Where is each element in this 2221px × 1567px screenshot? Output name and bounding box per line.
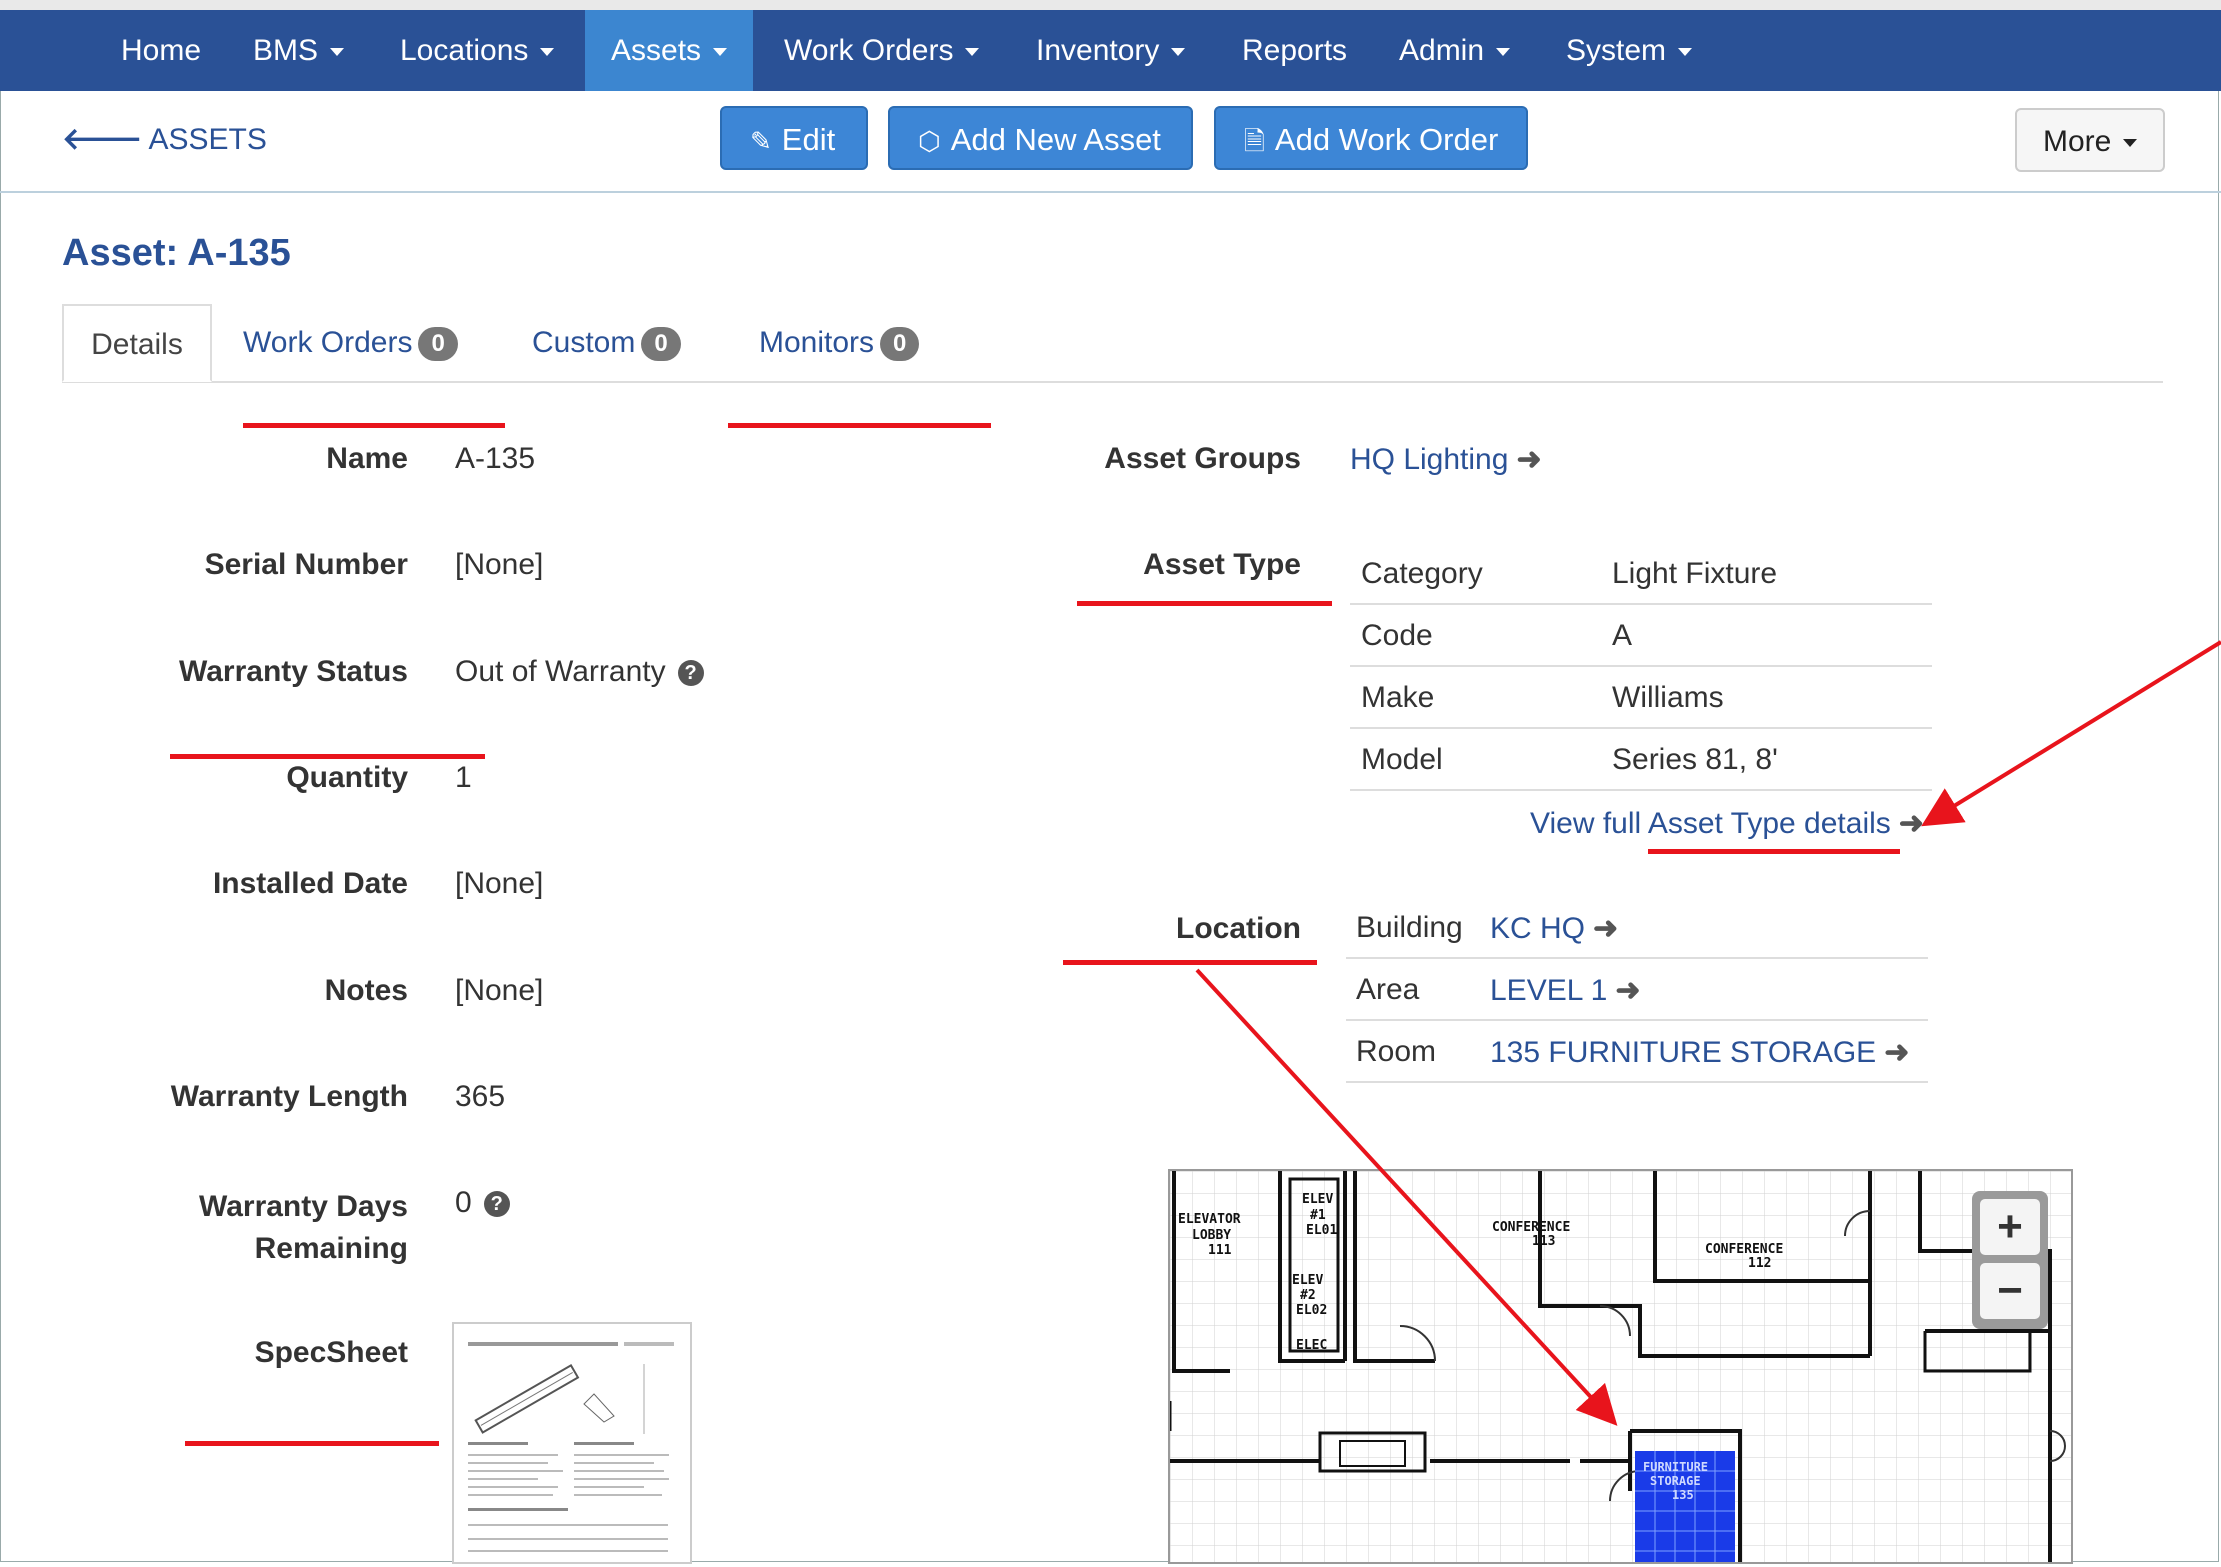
annotation-arrow xyxy=(1921,640,2221,827)
annotation-arrows xyxy=(1195,640,2221,1426)
annotation-arrow xyxy=(1195,968,1618,1426)
